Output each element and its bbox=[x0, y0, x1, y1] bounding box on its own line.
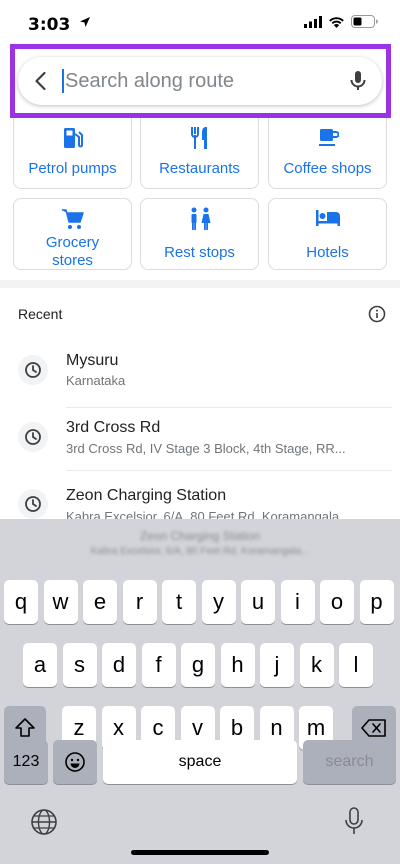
recent-item-subtitle: Karnataka bbox=[66, 373, 126, 388]
key-u[interactable]: u bbox=[241, 580, 275, 624]
hotel-bed-icon bbox=[315, 210, 340, 226]
keyboard: Zeon Charging Station Kabra Excelsior, 6… bbox=[0, 519, 400, 864]
category-label-line2: stores bbox=[52, 252, 93, 269]
history-icon-wrap bbox=[18, 422, 48, 452]
microphone-icon[interactable] bbox=[346, 69, 370, 93]
category-petrol-pumps[interactable]: Petrol pumps bbox=[13, 118, 132, 189]
location-arrow-icon bbox=[80, 17, 90, 27]
row-divider bbox=[66, 470, 392, 471]
dictation-mic-icon[interactable] bbox=[342, 806, 366, 838]
recent-item-subtitle: 3rd Cross Rd, IV Stage 3 Block, 4th Stag… bbox=[66, 441, 346, 456]
history-icon-wrap bbox=[18, 355, 48, 385]
category-label: Rest stops bbox=[164, 244, 235, 261]
search-key[interactable]: search bbox=[303, 740, 396, 784]
key-j[interactable]: j bbox=[260, 643, 294, 687]
key-q[interactable]: q bbox=[4, 580, 38, 624]
battery-icon bbox=[351, 15, 378, 28]
clock-icon bbox=[25, 496, 41, 512]
category-label: Restaurants bbox=[159, 160, 240, 177]
category-label-line1: Grocery bbox=[45, 234, 100, 251]
key-h[interactable]: h bbox=[220, 643, 255, 687]
search-box[interactable] bbox=[18, 57, 382, 105]
restaurant-icon bbox=[190, 126, 207, 149]
keyboard-suggestion-bar: Zeon Charging Station Kabra Excelsior, 6… bbox=[0, 519, 400, 569]
recent-item[interactable]: 3rd Cross Rd 3rd Cross Rd, IV Stage 3 Bl… bbox=[0, 408, 400, 476]
key-i[interactable]: i bbox=[280, 580, 315, 624]
key-g[interactable]: g bbox=[181, 643, 215, 687]
globe-icon[interactable] bbox=[30, 808, 58, 836]
category-label: Coffee shops bbox=[283, 160, 372, 177]
key-s[interactable]: s bbox=[62, 643, 97, 687]
key-o[interactable]: o bbox=[320, 580, 354, 624]
key-t[interactable]: t bbox=[162, 580, 196, 624]
coffee-icon bbox=[318, 129, 339, 146]
recent-heading: Recent bbox=[18, 306, 63, 322]
key-a[interactable]: a bbox=[23, 643, 57, 687]
emoji-icon bbox=[65, 752, 85, 772]
category-grocery-stores[interactable]: Grocery stores bbox=[13, 198, 132, 270]
category-hotels[interactable]: Hotels bbox=[268, 198, 387, 270]
wifi-icon bbox=[329, 16, 344, 28]
recent-item-title: 3rd Cross Rd bbox=[66, 419, 161, 436]
space-key[interactable]: space bbox=[103, 740, 297, 784]
key-r[interactable]: r bbox=[122, 580, 157, 624]
shift-icon bbox=[15, 718, 35, 737]
category-label: Hotels bbox=[306, 244, 349, 261]
key-l[interactable]: l bbox=[339, 643, 373, 687]
key-y[interactable]: y bbox=[201, 580, 236, 624]
key-f[interactable]: f bbox=[141, 643, 176, 687]
key-d[interactable]: d bbox=[102, 643, 136, 687]
category-restaurants[interactable]: Restaurants bbox=[140, 118, 259, 189]
back-arrow-icon[interactable] bbox=[29, 69, 53, 93]
category-coffee-shops[interactable]: Coffee shops bbox=[268, 118, 387, 189]
recent-item[interactable]: Mysuru Karnataka bbox=[0, 340, 400, 408]
section-divider bbox=[0, 280, 400, 288]
suggestion-address: Kabra Excelsior, 6/A, 80 Feet Rd, Korama… bbox=[90, 546, 310, 557]
key-e[interactable]: e bbox=[83, 580, 117, 624]
search-input[interactable] bbox=[65, 65, 335, 97]
key-p[interactable]: p bbox=[359, 580, 394, 624]
category-rest-stops[interactable]: Rest stops bbox=[140, 198, 259, 270]
cart-icon bbox=[61, 209, 84, 229]
recent-item-title: Mysuru bbox=[66, 352, 119, 369]
category-label: Petrol pumps bbox=[28, 160, 117, 177]
emoji-key[interactable] bbox=[53, 740, 97, 784]
restroom-icon bbox=[191, 207, 210, 230]
suggestion-title: Zeon Charging Station bbox=[139, 529, 261, 543]
clock-icon bbox=[25, 362, 41, 378]
info-icon[interactable] bbox=[368, 305, 386, 323]
signal-icon bbox=[304, 15, 322, 28]
gas-station-icon bbox=[63, 128, 83, 148]
key-k[interactable]: k bbox=[299, 643, 334, 687]
backspace-icon bbox=[361, 719, 386, 737]
history-icon-wrap bbox=[18, 489, 48, 519]
numbers-key[interactable]: 123 bbox=[4, 740, 48, 784]
key-w[interactable]: w bbox=[43, 580, 78, 624]
recent-item-title: Zeon Charging Station bbox=[66, 487, 227, 504]
status-time: 3:03 bbox=[28, 15, 71, 35]
text-caret bbox=[62, 69, 64, 93]
status-bar: 3:03 bbox=[0, 0, 400, 44]
home-indicator bbox=[131, 850, 269, 855]
clock-icon bbox=[25, 429, 41, 445]
